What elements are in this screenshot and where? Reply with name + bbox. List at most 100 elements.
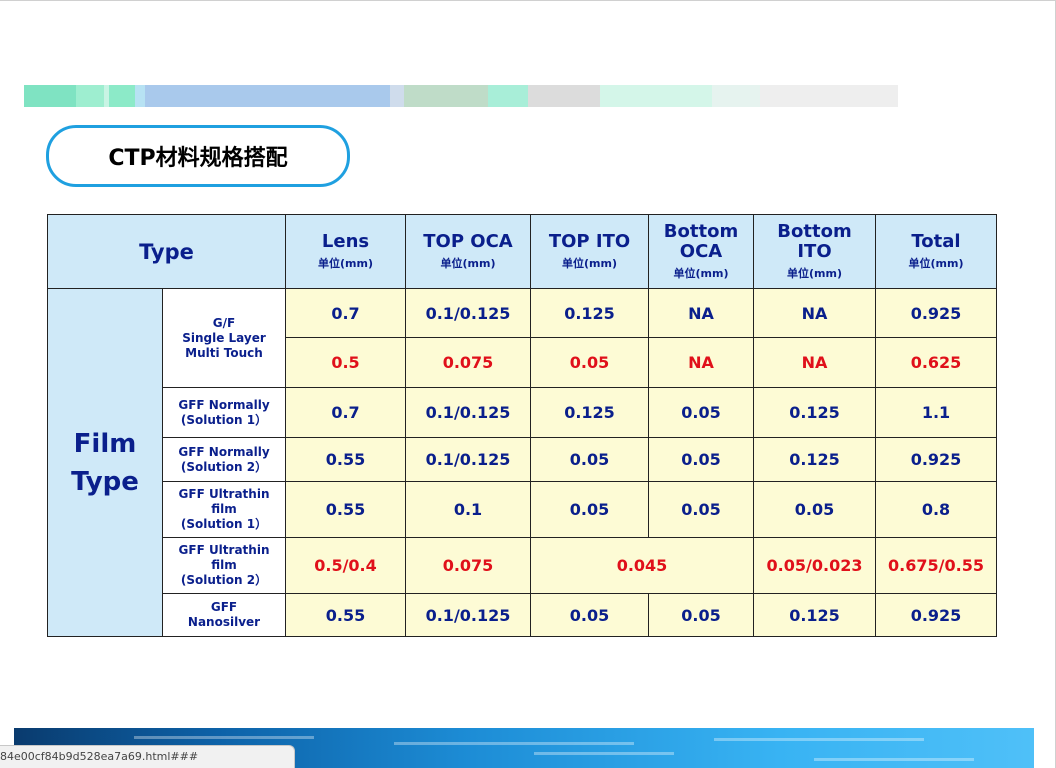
column-title-line: ITO <box>797 241 832 262</box>
row-group-label-line: GFF <box>210 600 238 614</box>
column-header: Bottom OCA 单位(mm) <box>648 214 754 289</box>
column-title-line: TOP ITO <box>548 231 631 252</box>
value-cell: 0.05 <box>648 387 754 438</box>
row-group-label: GFF Ultrathin film (Solution 1） <box>162 481 286 538</box>
value-cell: 0.125 <box>530 387 649 438</box>
column-unit: 单位(mm) <box>673 267 729 280</box>
value-cell: 0.05 <box>648 593 754 637</box>
film-type-label: Type <box>71 466 139 497</box>
column-header: Bottom ITO 单位(mm) <box>753 214 876 289</box>
value-cell: 0.125 <box>753 593 876 637</box>
column-title-line: Total <box>911 231 961 252</box>
value-cell: 0.925 <box>875 437 997 482</box>
value-cell: 0.125 <box>753 437 876 482</box>
column-unit: 单位(mm) <box>787 267 842 280</box>
value-cell: 0.05 <box>753 481 876 538</box>
row-group-label-line: G/F <box>212 315 236 330</box>
value-cell: 0.8 <box>875 481 997 538</box>
column-title: Bottom ITO <box>754 222 875 262</box>
column-title-line: Lens <box>321 231 370 252</box>
row-group-label-line: GFF Ultrathin <box>178 543 270 557</box>
value-cell: 0.1/0.125 <box>405 593 531 637</box>
column-title-line: TOP OCA <box>423 231 513 252</box>
value-cell: 0.1 <box>405 481 531 538</box>
header-row: Type Lens 单位(mm) TOP OCA 单位(mm) TOP ITO 单位(mm)… <box>47 214 997 289</box>
top-border <box>0 0 1056 1</box>
column-unit: 单位(mm) <box>318 257 373 270</box>
value-cell: 0.05 <box>530 593 649 637</box>
row-group-label-line: GFF Ultrathin <box>178 487 270 501</box>
column-title-line: Bottom <box>663 221 739 242</box>
value-cell: 0.05 <box>530 337 649 388</box>
value-cell: 0.075 <box>405 337 531 388</box>
column-header: Lens 单位(mm) <box>285 214 406 289</box>
column-title: Lens <box>286 232 405 252</box>
row-group-label: GFF Ultrathin film (Solution 2） <box>162 537 286 594</box>
value-cell: NA <box>753 288 876 338</box>
film-type-cell: Film Type <box>47 288 163 637</box>
table-row: GFF Nanosilver 0.55 0.1/0.125 0.05 0.05 0.125 0… <box>48 593 997 637</box>
row-group-label-line: Single Layer <box>182 330 266 345</box>
column-unit: 单位(mm) <box>908 257 964 270</box>
status-url-bar: 84e00cf84b9d528ea7a69.html### <box>0 745 295 768</box>
value-cell: 1.1 <box>875 387 997 438</box>
value-cell: 0.125 <box>530 288 649 338</box>
column-title: TOP ITO <box>531 232 648 252</box>
row-group-label-line: Multi Touch <box>185 345 263 360</box>
value-cell: NA <box>648 337 754 388</box>
type-header-cell: Type <box>47 214 286 289</box>
value-cell: 0.55 <box>285 593 406 637</box>
row-group-label-line: (Solution 1） <box>180 412 268 427</box>
row-group-label-line: Nanosilver <box>187 615 261 629</box>
value-cell: 0.05 <box>648 481 754 538</box>
value-cell: 0.05 <box>648 437 754 482</box>
film-type-label: Film <box>73 428 137 459</box>
row-group-label-line: film <box>211 502 237 516</box>
row-group-label: GFF Nanosilver <box>162 593 286 637</box>
row-group-label-line: (Solution 2） <box>180 459 268 474</box>
column-header: TOP ITO 单位(mm) <box>530 214 649 289</box>
column-header: TOP OCA 单位(mm) <box>405 214 531 289</box>
table-row: Film Type G/F Single Layer Multi Touch 0.7 0.1… <box>47 288 997 637</box>
row-group-label-line: film <box>211 558 237 572</box>
column-title-line: OCA <box>679 241 723 262</box>
value-cell: 0.55 <box>285 437 406 482</box>
column-title-line: Bottom <box>777 221 852 242</box>
value-cell: 0.625 <box>875 337 997 388</box>
value-cell: 0.7 <box>285 387 406 438</box>
row-group-label-line: GFF Normally <box>178 397 270 412</box>
column-unit: 单位(mm) <box>562 257 617 270</box>
value-cell: 0.1/0.125 <box>405 387 531 438</box>
value-cell: 0.55 <box>285 481 406 538</box>
value-cell: NA <box>648 288 754 338</box>
value-cell: 0.05 <box>530 481 649 538</box>
row-group-label-line: (Solution 1） <box>180 517 268 531</box>
table-row: GFF Normally (Solution 1） 0.7 0.1/0.125 0.12… <box>48 387 997 438</box>
column-header: Total 单位(mm) <box>875 214 997 289</box>
value-cell: 0.125 <box>753 387 876 438</box>
spec-table: Type Lens 单位(mm) TOP OCA 单位(mm) TOP ITO 单位(mm)… <box>47 214 997 637</box>
column-title: TOP OCA <box>406 232 530 252</box>
table-row: GFF Ultrathin film (Solution 2） 0.5/0.4 0.07… <box>48 537 997 594</box>
value-cell: 0.075 <box>405 537 531 594</box>
row-group-label-line: GFF Normally <box>178 444 270 459</box>
value-cell: 0.7 <box>285 288 406 338</box>
value-cell: 0.05/0.023 <box>753 537 876 594</box>
row-group-label-line: (Solution 2） <box>180 573 268 587</box>
page-title: CTP材料规格搭配 <box>108 146 288 171</box>
column-title: Total <box>876 232 996 252</box>
value-cell: 0.925 <box>875 288 997 338</box>
column-unit: 单位(mm) <box>440 257 496 270</box>
row-group-label: GFF Normally (Solution 1） <box>162 387 286 438</box>
value-cell: 0.1/0.125 <box>405 437 531 482</box>
type-header: Type <box>139 239 194 264</box>
value-cell: 0.675/0.55 <box>875 537 997 594</box>
row-group-label: GFF Normally (Solution 2） <box>162 437 286 482</box>
value-cell: 0.05 <box>530 437 649 482</box>
value-cell: NA <box>753 337 876 388</box>
status-url: 84e00cf84b9d528ea7a69.html### <box>0 750 199 763</box>
table-row: GFF Ultrathin film (Solution 1） 0.55 0.1 0.05… <box>48 481 997 538</box>
value-cell: 0.925 <box>875 593 997 637</box>
value-cell: 0.1/0.125 <box>405 288 531 338</box>
value-cell: 0.045 <box>530 537 754 594</box>
